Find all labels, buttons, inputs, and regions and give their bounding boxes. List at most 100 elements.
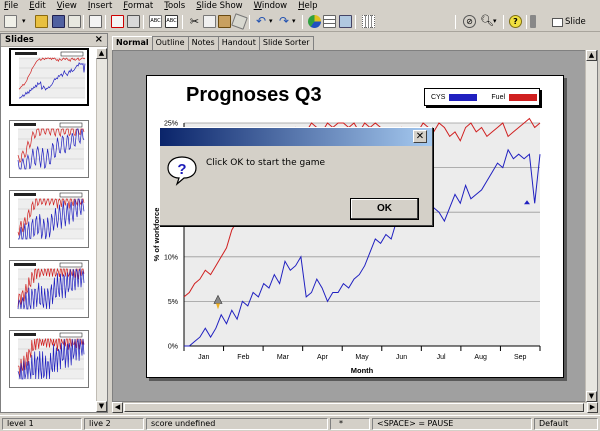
menu-window[interactable]: Window (254, 0, 288, 12)
x-tick-label: Feb (237, 354, 249, 361)
toolbar-separator (302, 15, 303, 29)
slide-menu-button[interactable]: Slide (552, 15, 586, 29)
slide-thumbnail[interactable] (9, 190, 89, 248)
toolbar-separator (83, 15, 84, 29)
svg-text:?: ? (177, 161, 186, 178)
legend-cys-label: CYS (431, 93, 446, 101)
ok-button[interactable]: OK (350, 198, 419, 220)
table-icon[interactable] (323, 15, 336, 28)
navigator-icon[interactable]: ⊘ (463, 15, 476, 28)
menu-edit[interactable]: Edit (29, 0, 45, 12)
new-document-icon[interactable] (4, 15, 17, 28)
slides-panel-title: Slides (5, 35, 34, 45)
chevron-down-icon[interactable]: ▾ (269, 15, 275, 28)
y-tick-label: 5% (168, 299, 178, 306)
x-tick-label: Mar (277, 354, 290, 361)
redo-icon[interactable]: ↷ (279, 15, 292, 28)
slide-thumbnail[interactable] (9, 260, 89, 318)
undo-icon[interactable]: ↶ (256, 15, 269, 28)
copy-icon[interactable] (203, 15, 216, 28)
toolbar-handle-icon[interactable] (530, 15, 536, 28)
tab-normal[interactable]: Normal (112, 36, 153, 50)
scroll-up-button[interactable]: ▲ (586, 50, 597, 61)
x-tick-label: Jun (396, 354, 407, 361)
insert-object-icon[interactable] (339, 15, 352, 28)
zoom-icon[interactable]: 🔍︎ (480, 15, 494, 28)
slide-thumbnail[interactable] (9, 48, 89, 106)
thumbnail-chart (10, 191, 86, 245)
menu-slide-show[interactable]: Slide Show (196, 0, 242, 12)
slide-button-label: Slide (565, 17, 586, 27)
help-icon[interactable]: ? (509, 15, 522, 28)
chevron-down-icon[interactable]: ▾ (493, 15, 499, 28)
open-folder-icon[interactable] (35, 15, 48, 28)
grid-icon[interactable] (362, 15, 375, 28)
question-icon: ? (167, 156, 197, 186)
view-tabs: Normal Outline Notes Handout Slide Sorte… (112, 36, 314, 50)
x-tick-label: Sep (514, 354, 527, 361)
scroll-up-button[interactable]: ▲ (96, 48, 107, 59)
thumbnail-chart (10, 331, 86, 385)
menu-help[interactable]: Help (298, 0, 317, 12)
x-tick-label: Aug (474, 354, 487, 361)
y-tick-label: 10% (164, 254, 178, 261)
dialog-titlebar[interactable] (160, 128, 432, 146)
slides-panel-header: Slides × (1, 34, 107, 47)
main-horizontal-scrollbar[interactable]: ◀ ▶ (112, 402, 598, 413)
slide-icon (552, 17, 563, 27)
autospellcheck-icon[interactable]: ABC (165, 15, 178, 28)
email-icon[interactable] (68, 15, 81, 28)
scroll-down-button[interactable]: ▼ (96, 401, 107, 412)
slide-thumbnail[interactable] (9, 330, 89, 388)
print-icon[interactable] (127, 15, 140, 28)
tab-slide-sorter[interactable]: Slide Sorter (258, 36, 314, 50)
cut-icon[interactable]: ✂ (188, 15, 201, 28)
thumbnail-chart (10, 261, 86, 315)
x-axis-label: Month (351, 366, 374, 375)
menu-tools[interactable]: Tools (164, 0, 185, 12)
legend-cys-swatch (449, 93, 478, 101)
chevron-down-icon[interactable]: ▾ (22, 15, 30, 28)
menu-view[interactable]: View (57, 0, 77, 12)
toolbar-separator (455, 15, 456, 29)
tab-handout[interactable]: Handout (217, 36, 260, 50)
chart: 0%5%10%15%20%25%JanFebMarAprMayJunJulAug… (152, 117, 541, 375)
toolbar-separator (355, 15, 356, 29)
toolbar-separator (249, 15, 250, 29)
main-vertical-scrollbar[interactable]: ▲ ▼ (585, 50, 597, 402)
close-icon[interactable]: × (95, 35, 103, 45)
chevron-down-icon[interactable]: ▾ (292, 15, 298, 28)
y-tick-label: 0% (168, 344, 178, 351)
slides-scrollbar[interactable]: ▲ ▼ (96, 48, 107, 412)
close-icon[interactable]: ✕ (413, 130, 427, 143)
tab-notes[interactable]: Notes (187, 36, 219, 50)
menu-file[interactable]: File (4, 0, 18, 12)
horizontal-scroll-thumb[interactable] (124, 403, 584, 412)
thumbnail-chart (10, 121, 86, 175)
status-score: score undefined (146, 418, 328, 430)
status-modified-marker: * (330, 418, 370, 430)
legend-fuel-label: Fuel (491, 93, 506, 101)
export-pdf-icon[interactable] (111, 15, 124, 28)
edit-file-icon[interactable] (89, 15, 102, 28)
tab-outline[interactable]: Outline (151, 36, 189, 50)
spellcheck-icon[interactable]: ABC (149, 15, 162, 28)
menu-format[interactable]: Format (123, 0, 153, 12)
status-level: level 1 (2, 418, 82, 430)
x-tick-label: Jul (437, 354, 446, 361)
scroll-down-button[interactable]: ▼ (586, 391, 597, 402)
clone-formatting-icon[interactable] (231, 13, 248, 30)
standard-toolbar: ▾ ABC ABC ✂ ↶ ▾ ↷ ▾ ⊘ 🔍︎ ▾ ? Slide (0, 12, 600, 32)
menu-insert[interactable]: Insert (88, 0, 112, 12)
menu-bar: File Edit View Insert Format Tools Slide… (0, 0, 600, 12)
status-pause-hint: <SPACE> = PAUSE (372, 418, 532, 430)
scroll-left-button[interactable]: ◀ (112, 402, 123, 413)
save-icon[interactable] (52, 15, 65, 28)
slide-title[interactable]: Prognoses Q3 (186, 84, 322, 107)
slide-thumbnail[interactable] (9, 120, 89, 178)
paste-icon[interactable] (218, 15, 231, 28)
chart-icon[interactable] (308, 15, 321, 28)
chart-legend: CYS Fuel (424, 88, 540, 106)
start-game-dialog: ✕ ? Click OK to start the game OK (159, 127, 433, 226)
scroll-right-button[interactable]: ▶ (587, 402, 598, 413)
